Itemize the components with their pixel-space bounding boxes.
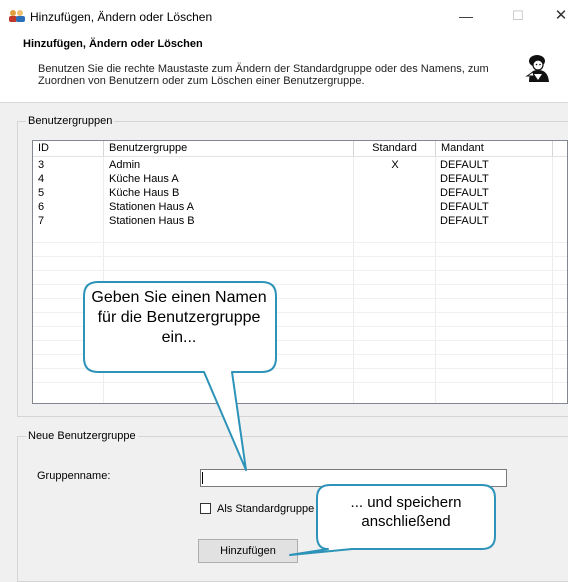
callout-text-name: Geben Sie einen Namen für die Benutzergr… xyxy=(91,289,267,346)
callout-overlay xyxy=(83,281,496,556)
callout-text-save: ... und speichern anschließend xyxy=(350,494,462,530)
